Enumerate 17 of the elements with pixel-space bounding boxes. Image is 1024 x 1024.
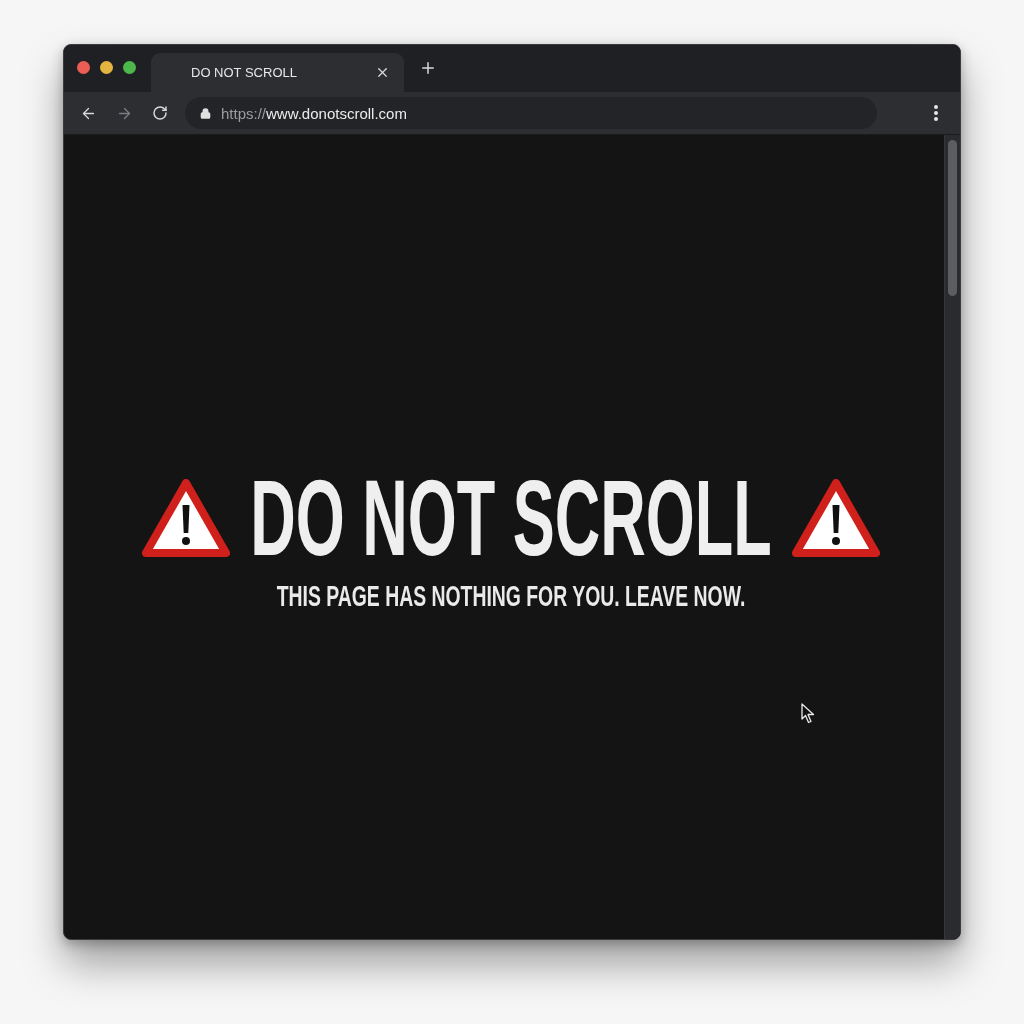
menu-icon bbox=[934, 105, 938, 121]
scrollbar-thumb[interactable] bbox=[948, 140, 957, 296]
address-bar[interactable]: https://www.donotscroll.com bbox=[185, 97, 877, 129]
page-subheading: THIS PAGE HAS NOTHING FOR YOU. LEAVE NOW. bbox=[276, 585, 746, 610]
warning-icon bbox=[791, 479, 880, 558]
scrollbar-track[interactable] bbox=[944, 135, 960, 939]
tab-title: DO NOT SCROLL bbox=[191, 65, 298, 80]
cursor-icon bbox=[801, 703, 815, 724]
lock-icon bbox=[200, 107, 211, 119]
reload-icon bbox=[152, 105, 168, 121]
url-text: https://www.donotscroll.com bbox=[221, 104, 407, 122]
warning-icon bbox=[142, 479, 231, 558]
close-window-button[interactable] bbox=[77, 61, 90, 74]
minimize-window-button[interactable] bbox=[100, 61, 113, 74]
zoom-window-button[interactable] bbox=[123, 61, 136, 74]
page-heading: DO NOT SCROLL bbox=[250, 475, 772, 562]
browser-tab[interactable]: DO NOT SCROLL bbox=[151, 53, 404, 92]
